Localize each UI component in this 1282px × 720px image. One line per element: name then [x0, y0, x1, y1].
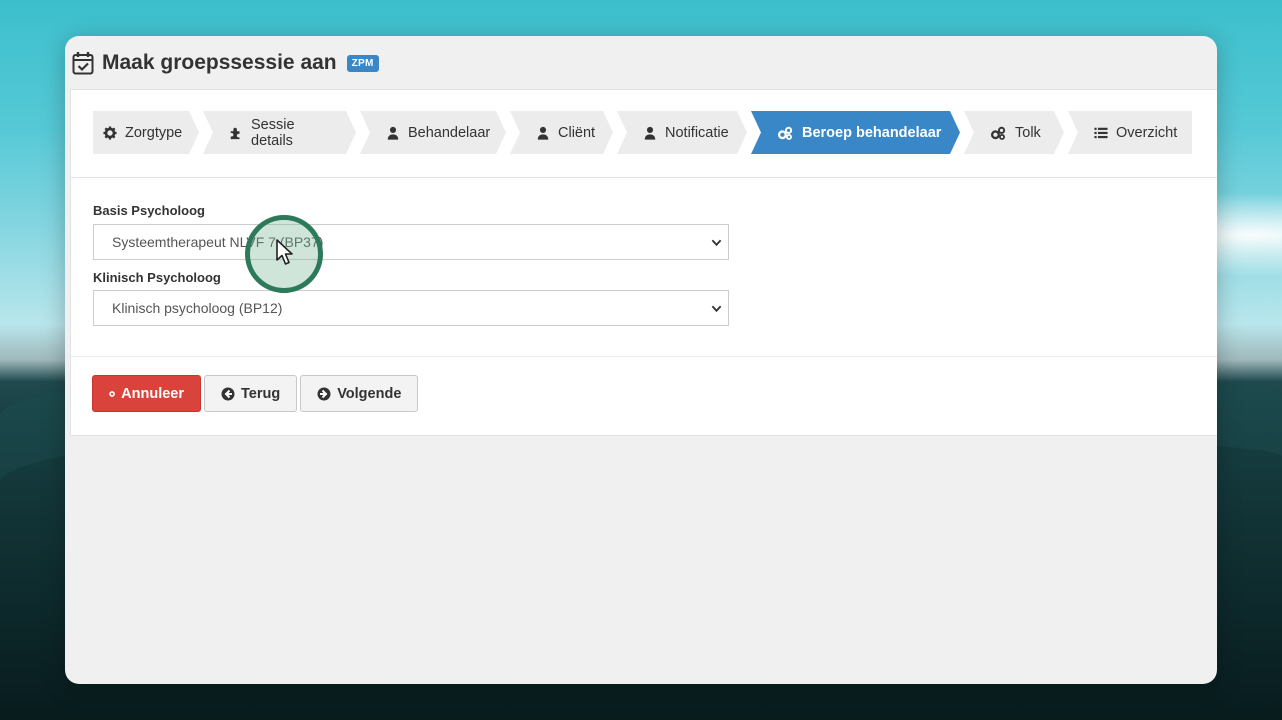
cancel-button[interactable]: Annuleer: [92, 375, 201, 412]
chevron-down-icon: [711, 305, 722, 313]
select-value: Klinisch psycholoog (BP12): [112, 300, 283, 316]
step-zorgtype[interactable]: Zorgtype: [93, 111, 199, 154]
basis-psycholoog-label: Basis Psycholoog: [93, 203, 205, 218]
step-behandelaar[interactable]: Behandelaar: [360, 111, 506, 154]
step-client[interactable]: Cliënt: [510, 111, 613, 154]
action-buttons: Annuleer Terug Volgende: [92, 375, 419, 412]
step-overzicht[interactable]: Overzicht: [1068, 111, 1192, 154]
button-label: Volgende: [337, 385, 402, 402]
page-header: Maak groepssessie aan ZPM: [65, 36, 1217, 90]
mouse-pointer-icon: [276, 239, 293, 265]
step-sessie-details[interactable]: Sessie details: [203, 111, 356, 154]
cogs-icon: [990, 126, 1007, 140]
back-button[interactable]: Terug: [204, 375, 298, 412]
wizard-steps: Zorgtype Sessie details Behandelaar Clië…: [93, 111, 1196, 154]
calendar-check-icon: [72, 52, 94, 75]
klinisch-psycholoog-select[interactable]: Klinisch psycholoog (BP12): [93, 290, 729, 326]
step-label: Cliënt: [558, 124, 596, 141]
step-label: Tolk: [1015, 124, 1041, 141]
arrow-circle-left-icon: [221, 387, 235, 400]
basis-psycholoog-select[interactable]: Systeemtherapeut NLVF 7 (BP37): [93, 224, 729, 260]
step-beroep-behandelaar[interactable]: Beroep behandelaar: [751, 111, 960, 154]
gear-icon: [103, 126, 117, 140]
chevron-down-icon: [711, 239, 722, 247]
step-label: Beroep behandelaar: [802, 124, 942, 141]
list-icon: [1094, 127, 1108, 138]
step-label: Behandelaar: [408, 124, 491, 141]
puzzle-icon: [229, 126, 243, 140]
cogs-icon: [777, 126, 794, 140]
step-label: Sessie details: [251, 116, 295, 149]
step-notificatie[interactable]: Notificatie: [617, 111, 747, 154]
arrow-circle-right-icon: [317, 387, 331, 400]
zpm-badge: ZPM: [346, 54, 379, 72]
user-icon: [386, 126, 400, 140]
step-tolk[interactable]: Tolk: [964, 111, 1064, 154]
user-icon: [536, 126, 550, 140]
next-button[interactable]: Volgende: [300, 375, 419, 412]
app-window: Maak groepssessie aan ZPM Zorgtype Sessi…: [65, 36, 1217, 684]
user-icon: [643, 126, 657, 140]
form-area: Basis Psycholoog Systeemtherapeut NLVF 7…: [71, 178, 1217, 357]
klinisch-psycholoog-label: Klinisch Psycholoog: [93, 270, 221, 285]
wizard-bar: Zorgtype Sessie details Behandelaar Clië…: [71, 90, 1217, 178]
page-title: Maak groepssessie aan: [102, 51, 337, 74]
button-label: Annuleer: [121, 385, 184, 402]
step-label: Zorgtype: [125, 124, 183, 141]
step-label: Notificatie: [665, 124, 729, 141]
step-label: Overzicht: [1116, 124, 1178, 141]
button-label: Terug: [241, 385, 281, 402]
times-circle-icon: [109, 390, 115, 397]
